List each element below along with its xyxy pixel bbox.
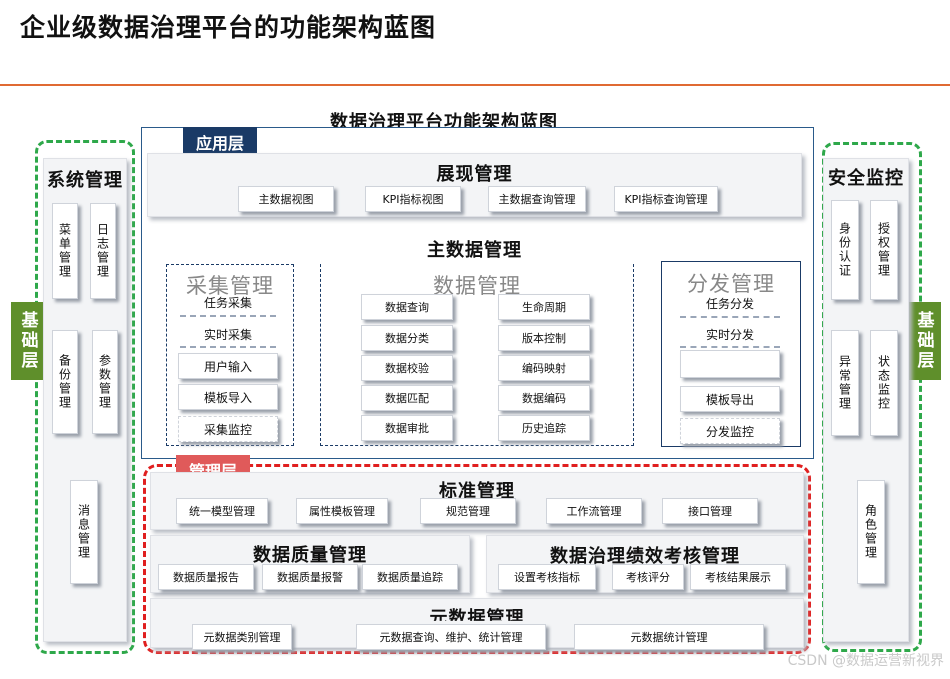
left-base-tag: 基础层: [11, 302, 45, 380]
kpi-view-button[interactable]: KPI指标视图: [365, 186, 461, 212]
meta-stats-button[interactable]: 元数据统计管理: [574, 624, 764, 650]
interface-mgmt-button[interactable]: 接口管理: [662, 498, 758, 524]
collect-monitor-button[interactable]: 采集监控: [178, 416, 278, 442]
message-mgmt-button[interactable]: 消息管理: [70, 480, 98, 584]
watermark: CSDN @数据运营新视界: [787, 653, 944, 669]
collect-task-line: [180, 315, 276, 317]
lifecycle-button[interactable]: 生命周期: [498, 294, 590, 320]
role-mgmt-button[interactable]: 角色管理: [857, 480, 885, 584]
data-validate-button[interactable]: 数据校验: [361, 355, 453, 381]
right-base-tag: 基础层: [907, 302, 941, 380]
result-display-button[interactable]: 考核结果展示: [690, 564, 786, 590]
log-mgmt-button[interactable]: 日志管理: [90, 203, 116, 299]
display-mgmt-title: 展现管理: [436, 164, 513, 185]
page-title: 企业级数据治理平台的功能架构蓝图: [20, 13, 437, 42]
meta-category-button[interactable]: 元数据类别管理: [192, 624, 292, 650]
master-query-button[interactable]: 主数据查询管理: [488, 186, 586, 212]
collect-realtime-label[interactable]: 实时采集: [178, 326, 278, 343]
dist-realtime-label[interactable]: 实时分发: [680, 326, 780, 343]
history-trace-button[interactable]: 历史追踪: [498, 415, 590, 441]
system-mgmt-title: 系统管理: [47, 170, 123, 191]
quality-trace-button[interactable]: 数据质量追踪: [362, 564, 458, 590]
authorization-button[interactable]: 授权管理: [870, 200, 898, 300]
version-control-button[interactable]: 版本控制: [498, 325, 590, 351]
dist-task-line: [680, 316, 780, 318]
master-data-view-button[interactable]: 主数据视图: [238, 186, 334, 212]
meta-query-button[interactable]: 元数据查询、维护、统计管理: [356, 624, 546, 650]
quality-report-button[interactable]: 数据质量报告: [158, 564, 254, 590]
header-divider: [0, 84, 950, 86]
template-export-button[interactable]: 模板导出: [680, 386, 780, 412]
data-match-button[interactable]: 数据匹配: [361, 385, 453, 411]
exception-mgmt-button[interactable]: 异常管理: [831, 330, 859, 436]
backup-mgmt-button[interactable]: 备份管理: [52, 330, 78, 434]
code-mapping-button[interactable]: 编码映射: [498, 355, 590, 381]
kpi-query-button[interactable]: KPI指标查询管理: [614, 186, 718, 212]
data-query-button[interactable]: 数据查询: [361, 294, 453, 320]
unified-model-button[interactable]: 统一模型管理: [176, 498, 268, 524]
auth-button[interactable]: 身份认证: [831, 200, 859, 300]
dist-task-label[interactable]: 任务分发: [680, 295, 780, 312]
dist-blank-button[interactable]: [680, 350, 780, 378]
data-classify-button[interactable]: 数据分类: [361, 325, 453, 351]
set-kpi-button[interactable]: 设置考核指标: [498, 564, 596, 590]
data-approve-button[interactable]: 数据审批: [361, 415, 453, 441]
spec-mgmt-button[interactable]: 规范管理: [420, 498, 516, 524]
dist-title: 分发管理: [687, 272, 775, 296]
data-encode-button[interactable]: 数据编码: [498, 385, 590, 411]
dist-realtime-line: [680, 346, 780, 348]
param-mgmt-button[interactable]: 参数管理: [92, 330, 118, 434]
attr-template-button[interactable]: 属性模板管理: [296, 498, 388, 524]
template-import-button[interactable]: 模板导入: [178, 384, 278, 410]
menu-mgmt-button[interactable]: 菜单管理: [52, 203, 78, 299]
collect-task-label[interactable]: 任务采集: [178, 294, 278, 311]
master-data-title: 主数据管理: [427, 240, 522, 261]
quality-alarm-button[interactable]: 数据质量报警: [262, 564, 358, 590]
user-input-button[interactable]: 用户输入: [178, 353, 278, 379]
collect-realtime-line: [180, 346, 276, 348]
security-title: 安全监控: [828, 168, 904, 189]
status-monitor-button[interactable]: 状态监控: [870, 330, 898, 436]
dist-monitor-button[interactable]: 分发监控: [680, 418, 780, 444]
score-button[interactable]: 考核评分: [612, 564, 684, 590]
workflow-mgmt-button[interactable]: 工作流管理: [546, 498, 642, 524]
